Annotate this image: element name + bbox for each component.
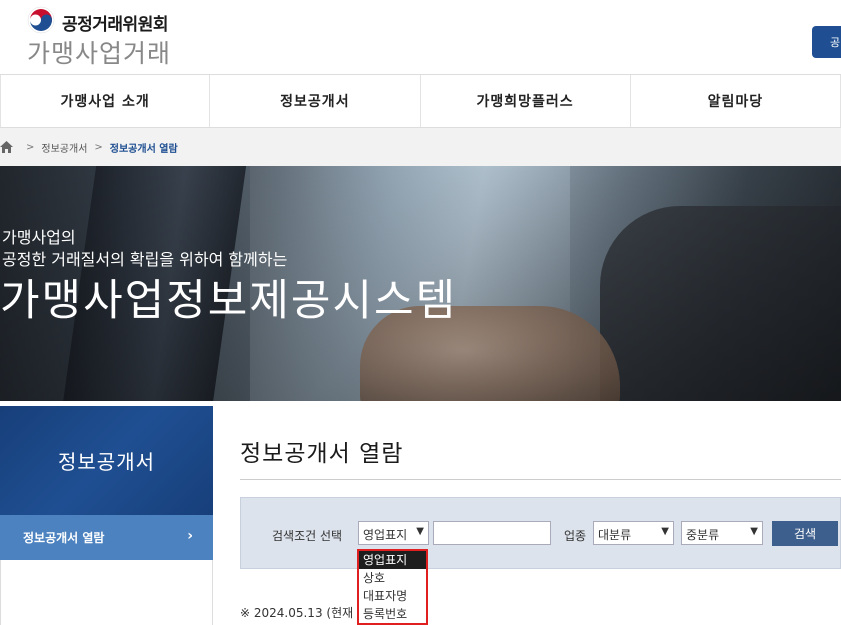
chevron-down-icon: ▼ bbox=[416, 526, 424, 537]
title-divider bbox=[240, 479, 841, 480]
site-name: 가맹사업거래 bbox=[27, 39, 172, 68]
page-title: 정보공개서 열람 bbox=[240, 441, 404, 467]
top-right-button[interactable]: 공 bbox=[812, 26, 841, 58]
breadcrumb-level1[interactable]: 정보공개서 bbox=[41, 140, 87, 155]
search-condition-label: 검색조건 선택 bbox=[272, 529, 343, 543]
dropdown-option-brand[interactable]: 영업표지 bbox=[359, 551, 426, 569]
home-icon[interactable] bbox=[0, 141, 13, 153]
lnb-item-disclosure-view[interactable]: 정보공개서 열람 › bbox=[0, 515, 213, 560]
gnb-item-hope-plus[interactable]: 가맹희망플러스 bbox=[421, 75, 631, 127]
minor-category-value: 중분류 bbox=[686, 528, 720, 542]
major-category-value: 대분류 bbox=[598, 528, 632, 542]
gnb-item-disclosure[interactable]: 정보공개서 bbox=[210, 75, 421, 127]
dropdown-option-company[interactable]: 상호 bbox=[359, 569, 426, 587]
breadcrumb: > 정보공개서 > 정보공개서 열람 bbox=[0, 128, 841, 166]
dropdown-option-reg-number[interactable]: 등록번호 bbox=[359, 605, 426, 623]
major-category-select[interactable]: 대분류 ▼ bbox=[593, 521, 674, 545]
chevron-right-icon: › bbox=[187, 528, 193, 544]
breadcrumb-current: 정보공개서 열람 bbox=[109, 143, 178, 155]
chevron-right-icon: > bbox=[26, 141, 35, 153]
chevron-right-icon: > bbox=[94, 141, 103, 153]
hero-banner: 가맹사업의 공정한 거래질서의 확립을 위하여 함께하는 가맹사업정보제공시스템 bbox=[0, 166, 841, 401]
org-name: 공정거래위원회 bbox=[62, 15, 168, 35]
search-button[interactable]: 검색 bbox=[772, 521, 838, 546]
search-condition-select[interactable]: 영업표지 ▼ bbox=[358, 521, 429, 545]
search-condition-value: 영업표지 bbox=[363, 528, 408, 542]
hero-subtitle-line1: 가맹사업의 bbox=[2, 228, 76, 247]
search-keyword-input[interactable] bbox=[433, 521, 551, 545]
lnb-heading: 정보공개서 bbox=[0, 406, 213, 515]
search-condition-dropdown: 영업표지 상호 대표자명 등록번호 bbox=[357, 549, 428, 625]
minor-category-select[interactable]: 중분류 ▼ bbox=[681, 521, 763, 545]
site-header: 공정거래위원회 가맹사업거래 공 bbox=[0, 0, 841, 74]
chevron-down-icon: ▼ bbox=[661, 526, 669, 537]
gnb-item-intro[interactable]: 가맹사업 소개 bbox=[0, 75, 211, 127]
notice-text: ※ 2024.05.13 (현재 bbox=[240, 606, 354, 620]
industry-label: 업종 bbox=[564, 529, 587, 543]
chevron-down-icon: ▼ bbox=[750, 526, 758, 537]
lnb-body bbox=[0, 560, 213, 625]
global-nav: 가맹사업 소개 정보공개서 가맹희망플러스 알림마당 bbox=[0, 74, 841, 128]
hero-title: 가맹사업정보제공시스템 bbox=[0, 276, 458, 326]
dropdown-option-ceo-name[interactable]: 대표자명 bbox=[359, 587, 426, 605]
gnb-item-notice[interactable]: 알림마당 bbox=[631, 75, 841, 127]
lnb-item-label: 정보공개서 열람 bbox=[23, 531, 105, 545]
taegeuk-seal-icon bbox=[27, 6, 55, 34]
